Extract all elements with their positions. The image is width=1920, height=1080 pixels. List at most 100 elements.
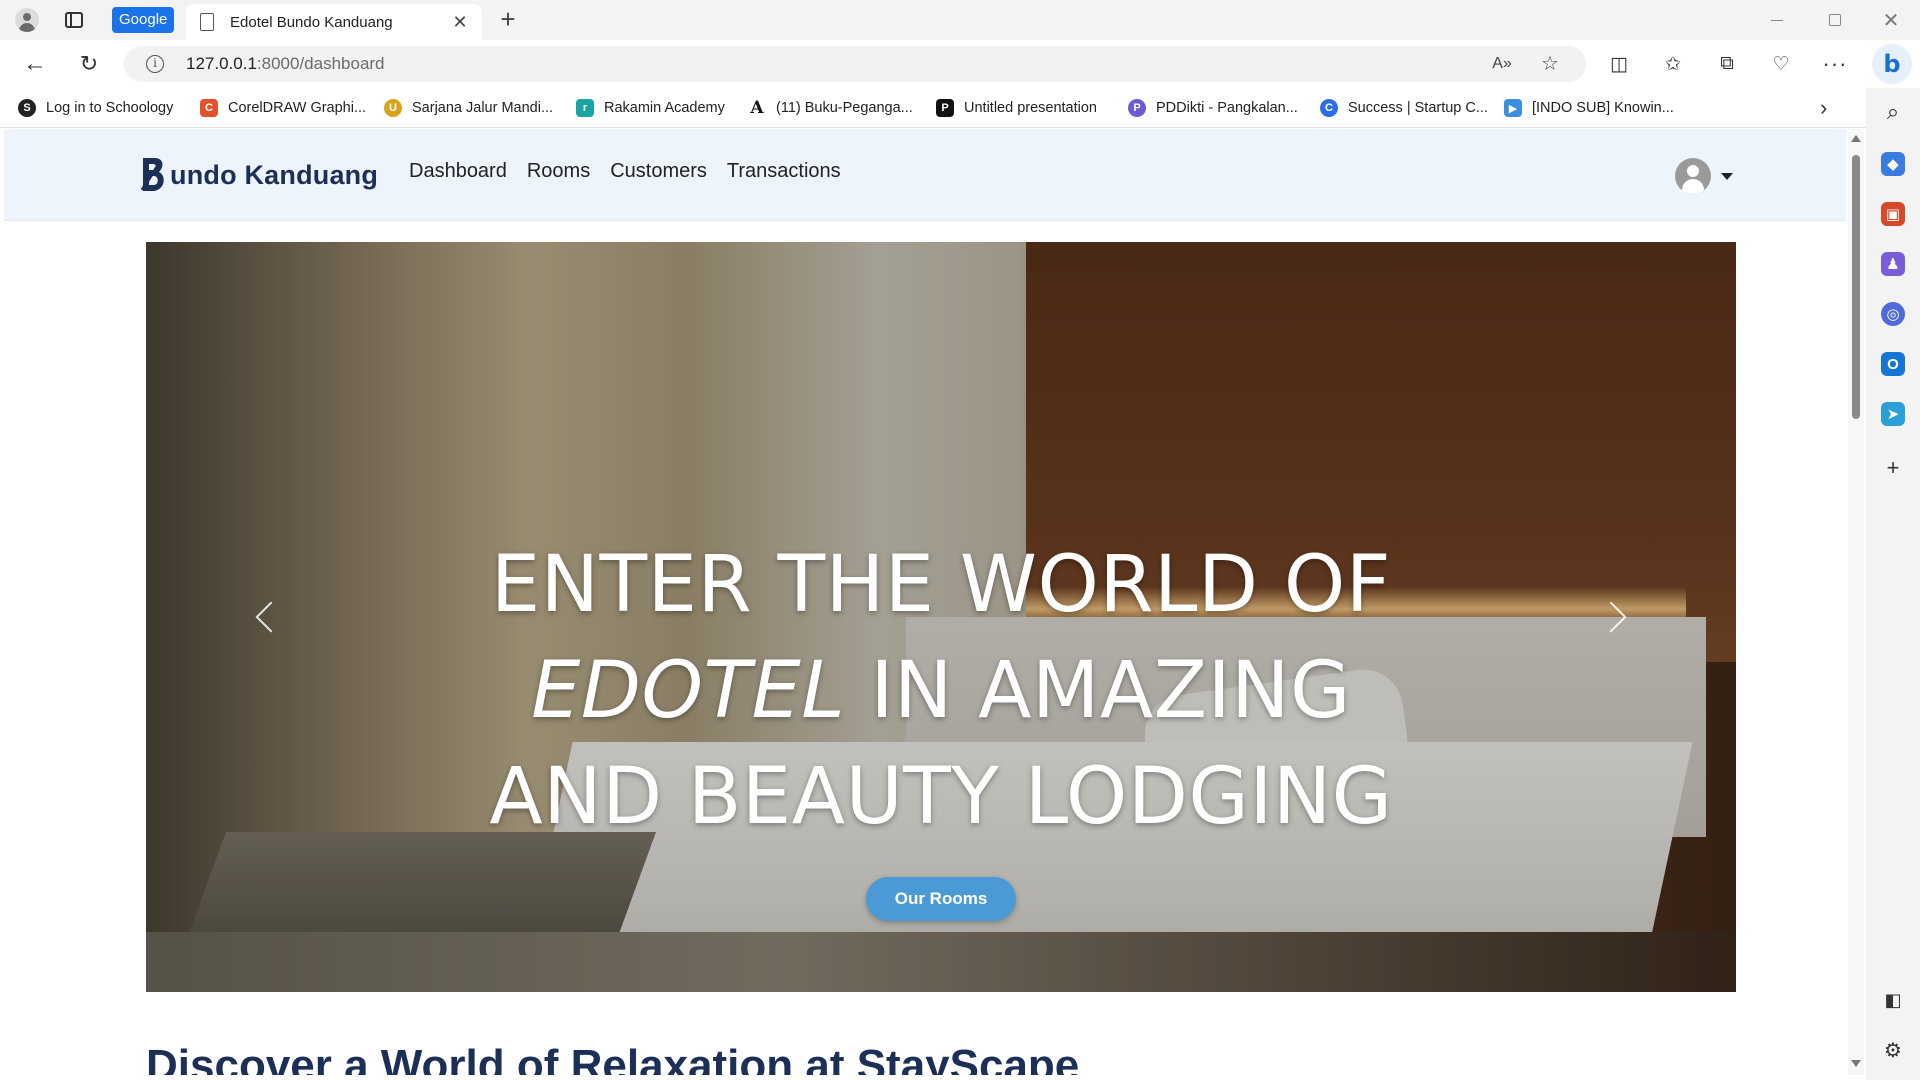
- bookmark-label: Success | Startup C...: [1348, 100, 1488, 116]
- user-avatar-icon: [1675, 158, 1711, 194]
- edge-sidebar: ⌕ ◆ ▣ ♟ ◎ O ➤ + ◧ ⚙: [1866, 88, 1920, 1080]
- new-tab-button[interactable]: +: [492, 4, 524, 36]
- shopping-tag-icon[interactable]: ◆: [1881, 152, 1905, 176]
- pddikti-icon: P: [1128, 99, 1146, 117]
- bookmark-label: Untitled presentation: [964, 100, 1097, 116]
- copilot-button[interactable]: b: [1872, 44, 1912, 84]
- url-path: :8000/dashboard: [256, 54, 385, 73]
- read-aloud-icon[interactable]: A»: [1488, 51, 1516, 77]
- brand-logo-icon: [140, 158, 164, 191]
- hide-sidebar-icon[interactable]: ◧: [1881, 988, 1905, 1012]
- search-icon[interactable]: ⌕: [1881, 99, 1905, 124]
- hero-line-3: AND BEAUTY LODGING: [489, 752, 1393, 842]
- nav-link-customers[interactable]: Customers: [610, 160, 707, 183]
- bookmark-label: Sarjana Jalur Mandi...: [412, 100, 554, 116]
- browser-tab-active[interactable]: Edotel Bundo Kanduang ✕: [186, 4, 482, 40]
- bookmark-item[interactable]: P PDDikti - Pangkalan...: [1128, 97, 1298, 119]
- hero-brand-emphasis: EDOTEL: [531, 646, 846, 736]
- collections-icon[interactable]: ⧉: [1710, 48, 1744, 80]
- nav-link-dashboard[interactable]: Dashboard: [409, 160, 507, 183]
- reload-button[interactable]: ↻: [72, 48, 106, 80]
- bookmark-item[interactable]: r Rakamin Academy: [576, 97, 725, 119]
- minimize-icon: [1771, 19, 1783, 21]
- tools-icon[interactable]: ▣: [1881, 202, 1905, 226]
- scroll-up-arrow-icon[interactable]: [1851, 135, 1861, 142]
- address-bar[interactable]: i 127.0.0.1:8000/dashboard A» ☆: [124, 46, 1586, 82]
- caret-down-icon: [1721, 172, 1733, 180]
- browser-toolbar: ← ↻ i 127.0.0.1:8000/dashboard A» ☆ ◫ ✩ …: [0, 40, 1920, 88]
- scroll-thumb[interactable]: [1852, 155, 1860, 419]
- restore-button[interactable]: [1806, 0, 1864, 40]
- back-button[interactable]: ←: [18, 48, 52, 80]
- bookmark-label: CorelDRAW Graphi...: [228, 100, 367, 116]
- outlook-icon[interactable]: O: [1881, 352, 1905, 376]
- hero-line-1: ENTER THE WORLD OF: [490, 540, 1392, 630]
- browser-profile-button[interactable]: [8, 5, 46, 35]
- chevron-left-icon: [255, 601, 287, 633]
- restore-icon: [1829, 14, 1841, 26]
- url-text[interactable]: 127.0.0.1:8000/dashboard: [186, 54, 385, 74]
- split-screen-icon[interactable]: ◫: [1602, 48, 1636, 80]
- tab-title: Edotel Bundo Kanduang: [230, 14, 393, 31]
- nav-link-rooms[interactable]: Rooms: [527, 160, 590, 183]
- google-badge[interactable]: Google: [112, 7, 175, 33]
- site-nav-links: Dashboard Rooms Customers Transactions: [409, 160, 861, 183]
- page-viewport: undo Kanduang Dashboard Rooms Customers …: [4, 129, 1846, 1075]
- bookmark-item[interactable]: A (11) Buku-Peganga...: [748, 97, 913, 119]
- settings-gear-icon[interactable]: ⚙: [1881, 1038, 1905, 1062]
- url-host: 127.0.0.1: [186, 54, 257, 73]
- games-icon[interactable]: ♟: [1881, 252, 1905, 276]
- drop-icon[interactable]: ➤: [1881, 402, 1905, 426]
- bookmark-label: PDDikti - Pangkalan...: [1156, 100, 1298, 116]
- page-icon: [200, 13, 214, 31]
- pitch-icon: P: [936, 99, 954, 117]
- our-rooms-button[interactable]: Our Rooms: [866, 877, 1016, 921]
- carousel-next-button[interactable]: [1595, 587, 1636, 647]
- bookmark-item[interactable]: U Sarjana Jalur Mandi...: [384, 97, 553, 119]
- microsoft365-icon[interactable]: ◎: [1881, 302, 1905, 326]
- user-menu-dropdown[interactable]: [1675, 157, 1733, 195]
- browser-essentials-icon[interactable]: ♡: [1764, 48, 1798, 80]
- bookmark-item[interactable]: P Untitled presentation: [936, 97, 1097, 119]
- bookmark-label: [INDO SUB] Knowin...: [1532, 100, 1674, 116]
- bookmark-item[interactable]: S Log in to Schoology: [18, 97, 173, 119]
- page-scrollbar[interactable]: [1848, 129, 1864, 1075]
- more-options-icon[interactable]: ···: [1818, 48, 1852, 80]
- bookmarks-bar: S Log in to Schoology C CorelDRAW Graphi…: [0, 88, 1866, 128]
- profile-icon: [15, 8, 39, 32]
- carousel-prev-button[interactable]: [246, 587, 287, 647]
- bookmark-label: (11) Buku-Peganga...: [776, 100, 913, 116]
- favorites-icon[interactable]: ✩: [1656, 48, 1690, 80]
- site-info-icon[interactable]: i: [146, 55, 164, 73]
- rakamin-icon: r: [576, 99, 594, 117]
- nav-link-transactions[interactable]: Transactions: [727, 160, 841, 183]
- hero-line-2-rest: IN AMAZING: [845, 646, 1351, 736]
- bookmark-item[interactable]: C Success | Startup C...: [1320, 97, 1488, 119]
- brand-link[interactable]: undo Kanduang: [140, 155, 378, 195]
- section-heading: Discover a World of Relaxation at StaySc…: [146, 1041, 1080, 1075]
- minimize-button[interactable]: [1748, 0, 1806, 40]
- bookmark-item[interactable]: ▶ [INDO SUB] Knowin...: [1504, 97, 1674, 119]
- add-sidebar-app-icon[interactable]: +: [1881, 455, 1905, 480]
- browser-tab-bar: Google Edotel Bundo Kanduang ✕ + ✕: [0, 0, 1920, 40]
- hero-carousel: ENTER THE WORLD OF EDOTEL IN AMAZING AND…: [146, 242, 1736, 992]
- tab-actions-icon: [65, 12, 83, 28]
- tab-close-icon[interactable]: ✕: [448, 10, 472, 34]
- tab-actions-button[interactable]: [58, 6, 90, 34]
- brand-name: undo Kanduang: [170, 159, 379, 190]
- startup-icon: C: [1320, 99, 1338, 117]
- schoology-icon: S: [18, 99, 36, 117]
- bookmarks-overflow-chevron-icon[interactable]: ›: [1820, 95, 1827, 121]
- coreldraw-icon: C: [200, 99, 218, 117]
- hero-line-2: EDOTEL IN AMAZING: [326, 638, 1556, 744]
- add-favorite-icon[interactable]: ☆: [1536, 51, 1564, 77]
- scroll-down-arrow-icon[interactable]: [1851, 1060, 1861, 1067]
- close-window-button[interactable]: ✕: [1862, 0, 1920, 40]
- bing-icon: b: [1883, 50, 1901, 78]
- bookmark-item[interactable]: C CorelDRAW Graphi...: [200, 97, 366, 119]
- video-icon: ▶: [1504, 99, 1522, 117]
- bookmark-label: Rakamin Academy: [604, 100, 725, 116]
- hero-headline: ENTER THE WORLD OF EDOTEL IN AMAZING AND…: [326, 532, 1556, 850]
- chevron-right-icon: [1595, 601, 1627, 633]
- academia-icon: A: [750, 98, 764, 118]
